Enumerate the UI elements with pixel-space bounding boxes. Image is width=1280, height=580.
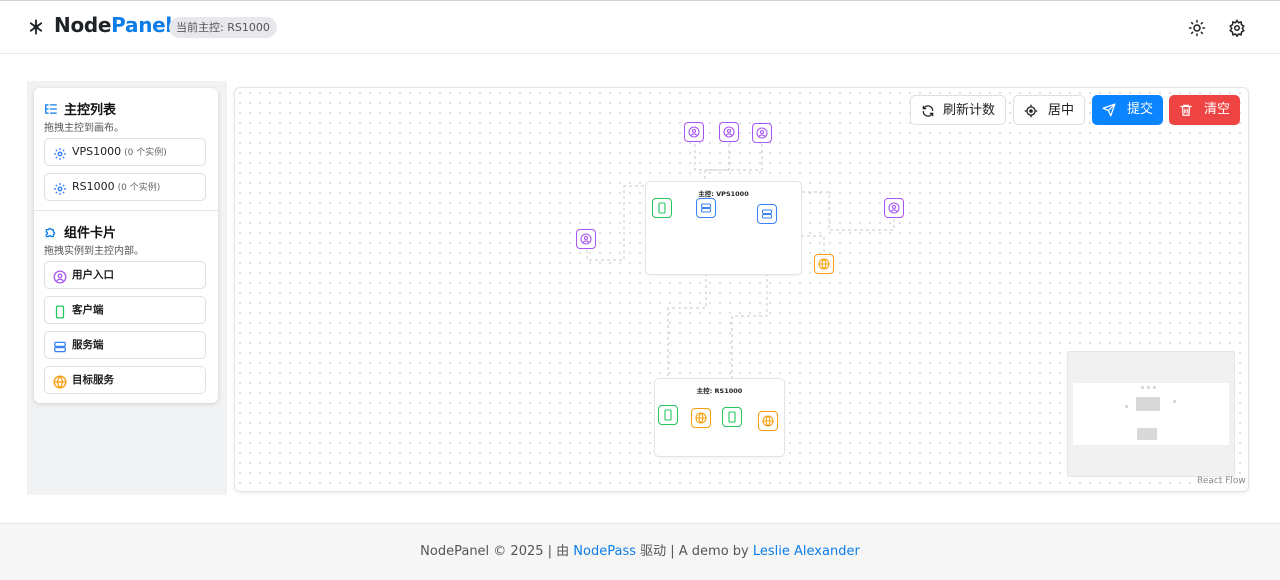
footer-text: NodePanel © 2025 | 由 (420, 544, 574, 559)
flow-node-user-entry[interactable] (576, 229, 596, 249)
masters-section-title: 主控列表 (44, 99, 116, 118)
globe-icon (818, 258, 830, 270)
refresh-icon (922, 105, 934, 117)
master-instance-count: (0 个实例) (124, 148, 167, 158)
group-title: 主控: RS1000 (696, 387, 743, 395)
user-circle-icon (888, 202, 900, 214)
master-instance-count: (0 个实例) (117, 183, 161, 193)
minimap-viewport (1073, 383, 1229, 445)
server-icon (700, 203, 712, 213)
flow-node-user-entry[interactable] (884, 198, 904, 218)
nodepass-link[interactable]: NodePass (573, 544, 636, 559)
minimap[interactable] (1067, 351, 1235, 477)
flow-node-user-entry[interactable] (684, 122, 704, 142)
component-user-entry[interactable]: 用户入口 (44, 261, 206, 289)
react-flow-attribution[interactable]: React Flow (1197, 476, 1246, 486)
master-name: VPS1000 (72, 145, 122, 158)
group-title: 主控: VPS1000 (698, 190, 749, 198)
cog-icon (53, 145, 67, 160)
components-section-subtitle: 拖拽实例到主控内部。 (44, 246, 144, 257)
master-item-vps1000[interactable]: VPS1000 (0 个实例) (44, 138, 206, 166)
trash-icon (1180, 104, 1192, 116)
user-circle-icon (53, 268, 67, 284)
user-circle-icon (723, 126, 735, 138)
smartphone-icon (658, 202, 666, 214)
smartphone-icon (53, 303, 67, 319)
list-tree-icon (45, 104, 57, 114)
current-master-badge: 当前主控: RS1000 (169, 17, 277, 38)
page-footer: NodePanel © 2025 | 由 NodePass 驱动 | A dem… (0, 523, 1280, 580)
user-circle-icon (756, 127, 768, 139)
flow-node-user-entry[interactable] (719, 122, 739, 142)
submit-button[interactable]: 提交 (1092, 95, 1163, 125)
flow-node-server[interactable] (757, 204, 777, 224)
sidebar-panel: 主控列表 拖拽主控到画布。 VPS1000 (0 个实例) RS1000 (0 个实… (34, 88, 218, 403)
minimap-node (1125, 405, 1128, 408)
sun-icon (1188, 19, 1206, 37)
user-circle-icon (688, 126, 700, 138)
crosshair-icon (1024, 104, 1038, 118)
logo-icon (29, 19, 43, 35)
flow-node-client[interactable] (722, 407, 742, 427)
master-name: RS1000 (72, 180, 115, 193)
send-icon (1102, 103, 1116, 117)
flow-node-target-service[interactable] (691, 408, 711, 428)
flow-node-server[interactable] (696, 198, 716, 218)
master-group-vps1000[interactable]: 主控: VPS1000 (645, 181, 802, 275)
flow-node-client[interactable] (658, 405, 678, 425)
footer-text-middle: 驱动 | A demo by (636, 544, 753, 559)
component-label: 服务端 (72, 339, 104, 351)
puzzle-icon (45, 227, 56, 238)
flow-node-target-service[interactable] (814, 254, 834, 274)
component-label: 用户入口 (72, 269, 114, 281)
refresh-count-button[interactable]: 刷新计数 (910, 95, 1006, 125)
minimap-node (1141, 386, 1144, 389)
masters-section-subtitle: 拖拽主控到画布。 (44, 123, 124, 134)
server-icon (761, 209, 773, 219)
theme-toggle-button[interactable] (1188, 19, 1206, 37)
app-header: NodePanel 当前主控: RS1000 (0, 1, 1280, 54)
component-label: 客户端 (72, 304, 104, 316)
flow-node-user-entry[interactable] (752, 123, 772, 143)
smartphone-icon (664, 409, 672, 421)
components-section-title: 组件卡片 (44, 222, 116, 241)
globe-icon (695, 412, 707, 424)
user-circle-icon (580, 233, 592, 245)
master-item-rs1000[interactable]: RS1000 (0 个实例) (44, 173, 206, 201)
minimap-node (1153, 386, 1156, 389)
server-icon (53, 338, 67, 353)
app-logo-text[interactable]: NodePanel (54, 13, 172, 37)
settings-button[interactable] (1228, 19, 1246, 38)
center-button[interactable]: 居中 (1013, 95, 1085, 125)
clear-button[interactable]: 清空 (1169, 95, 1240, 125)
smartphone-icon (728, 411, 736, 423)
cog-icon (53, 180, 67, 195)
globe-icon (762, 415, 774, 427)
flow-node-client[interactable] (652, 198, 672, 218)
component-server[interactable]: 服务端 (44, 331, 206, 359)
component-client[interactable]: 客户端 (44, 296, 206, 324)
author-link[interactable]: Leslie Alexander (753, 544, 860, 559)
minimap-node (1147, 386, 1150, 389)
component-target-service[interactable]: 目标服务 (44, 366, 206, 394)
minimap-group (1136, 397, 1160, 411)
component-label: 目标服务 (72, 374, 114, 386)
sidebar-divider (34, 210, 218, 211)
globe-icon (53, 373, 67, 389)
minimap-node (1173, 400, 1176, 403)
gear-icon (1229, 19, 1245, 38)
flow-node-target-service[interactable] (758, 411, 778, 431)
minimap-group (1137, 428, 1157, 440)
